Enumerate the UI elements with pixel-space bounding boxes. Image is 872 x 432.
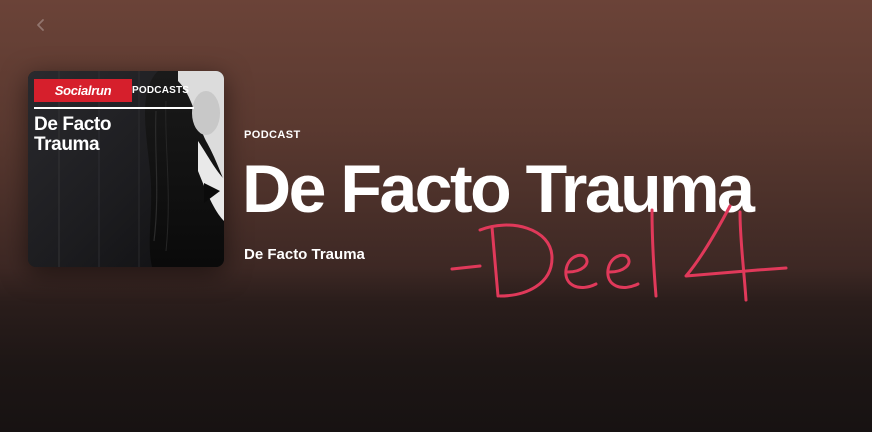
content-type-label: PODCAST xyxy=(244,129,301,141)
cover-title: De Facto Trauma xyxy=(34,115,154,155)
cover-title-line2: Trauma xyxy=(34,134,100,155)
back-button[interactable] xyxy=(28,12,54,38)
handwritten-annotation xyxy=(450,204,788,302)
publisher-link[interactable]: De Facto Trauma xyxy=(244,246,365,263)
brand-tag: PODCASTS xyxy=(132,85,190,96)
cover-title-line1: De Facto xyxy=(34,114,112,135)
cover-divider xyxy=(34,107,194,109)
brand-name: Socialrun xyxy=(54,83,112,98)
podcast-cover-art: Socialrun PODCASTS De Facto Trauma xyxy=(28,71,224,267)
brand-logo: Socialrun xyxy=(34,79,132,102)
chevron-left-icon xyxy=(37,19,44,31)
